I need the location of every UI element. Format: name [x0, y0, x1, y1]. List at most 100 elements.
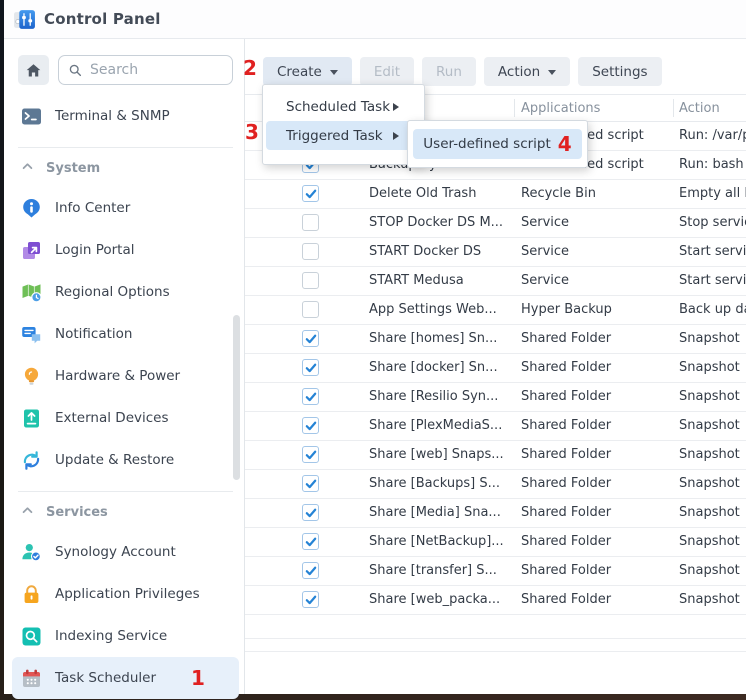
table-row[interactable]: Share [transfer] S...Shared FolderSnapsh…: [245, 557, 746, 586]
enabled-checkbox[interactable]: [302, 243, 319, 260]
table-row[interactable]: Share [docker] Sn...Shared FolderSnapsho…: [245, 354, 746, 383]
action-cell: Empty all R: [679, 186, 746, 201]
menu-item-scheduled-task[interactable]: Scheduled Task: [266, 92, 421, 121]
sidebar-item-label: Hardware & Power: [55, 368, 180, 384]
search-input[interactable]: [90, 62, 223, 78]
sidebar-item-label: Notification: [55, 326, 132, 342]
sidebar-nav: Terminal & SNMP System Info Center Login Po…: [4, 95, 244, 699]
submenu-item-user-defined-script[interactable]: User-defined script4: [413, 129, 582, 159]
chevron-up-icon: [21, 504, 34, 521]
enabled-checkbox[interactable]: [302, 359, 319, 376]
enabled-checkbox[interactable]: [302, 330, 319, 347]
table-row[interactable]: Share [web_packa...Shared FolderSnapshot: [245, 586, 746, 615]
edit-button[interactable]: Edit: [360, 57, 414, 86]
task-name-cell: App Settings Web...: [369, 302, 520, 317]
sidebar-item-label: Info Center: [55, 200, 130, 216]
table-row[interactable]: STOP Docker DS M...ServiceStop servic: [245, 209, 746, 238]
sidebar-section-system[interactable]: System: [4, 150, 244, 187]
action-cell: Snapshot: [679, 592, 746, 607]
action-cell: Snapshot: [679, 476, 746, 491]
task-name-cell: Share [transfer] S...: [369, 563, 520, 578]
enabled-checkbox[interactable]: [302, 562, 319, 579]
task-name-cell: Share [web_packa...: [369, 592, 520, 607]
applications-cell: Shared Folder: [521, 534, 677, 549]
login-portal-icon: [21, 240, 42, 261]
table-row[interactable]: START Docker DSServiceStart servic: [245, 238, 746, 267]
sidebar-item-regional-options[interactable]: Regional Options: [12, 271, 239, 313]
menu-item-triggered-task[interactable]: Triggered Task: [266, 121, 421, 150]
table-row[interactable]: Share [Media] Sna...Shared FolderSnapsho…: [245, 499, 746, 528]
enabled-checkbox[interactable]: [302, 591, 319, 608]
step-4-annotation: 4: [558, 134, 572, 154]
sidebar-item-update-restore[interactable]: Update & Restore: [12, 439, 239, 481]
enabled-checkbox[interactable]: [302, 185, 319, 202]
action-cell: Snapshot: [679, 447, 746, 462]
action-cell: Back up dat: [679, 302, 746, 317]
settings-button[interactable]: Settings: [578, 57, 661, 86]
empty-row-divider: [245, 639, 746, 652]
enabled-checkbox[interactable]: [302, 504, 319, 521]
action-cell: Snapshot: [679, 331, 746, 346]
home-button[interactable]: [18, 55, 49, 85]
enabled-checkbox[interactable]: [302, 388, 319, 405]
menu-item-label: Scheduled Task: [286, 99, 390, 115]
sidebar-item-synology-account[interactable]: Synology Account: [12, 531, 239, 573]
table-row[interactable]: Delete Old TrashRecycle BinEmpty all R: [245, 180, 746, 209]
button-label: Create: [277, 64, 322, 80]
task-name-cell: Share [Resilio Syn...: [369, 389, 520, 404]
desktop-background: Control Panel Terminal & SNMP System Info …: [0, 0, 746, 700]
action-cell: Stop servic: [679, 215, 746, 230]
table-row[interactable]: Share [Resilio Syn...Shared FolderSnapsh…: [245, 383, 746, 412]
sidebar-item-application-privileges[interactable]: Application Privileges: [12, 573, 239, 615]
column-header-applications[interactable]: Applications: [521, 101, 600, 116]
sidebar-scrollbar[interactable]: [233, 315, 240, 480]
table-row[interactable]: START MedusaServiceStart servic: [245, 267, 746, 296]
chevron-down-icon: [548, 70, 556, 75]
table-row[interactable]: App Settings Web...Hyper BackupBack up d…: [245, 296, 746, 325]
applications-cell: Shared Folder: [521, 331, 677, 346]
enabled-checkbox[interactable]: [302, 301, 319, 318]
column-header-action[interactable]: Action: [679, 101, 720, 116]
table-row[interactable]: Share [homes] Sn...Shared FolderSnapshot: [245, 325, 746, 354]
sidebar-item-task-scheduler[interactable]: Task Scheduler1: [12, 657, 239, 699]
column-divider: [514, 99, 515, 117]
synology-account-icon: [21, 542, 42, 563]
enabled-checkbox[interactable]: [302, 214, 319, 231]
applications-cell: Shared Folder: [521, 389, 677, 404]
sidebar-item-hardware-power[interactable]: Hardware & Power: [12, 355, 239, 397]
action-cell: Run: /var/p: [679, 128, 746, 143]
sidebar-item-label: Regional Options: [55, 284, 170, 300]
chevron-up-icon: [21, 160, 34, 177]
applications-cell: Service: [521, 273, 677, 288]
enabled-checkbox[interactable]: [302, 272, 319, 289]
action-button[interactable]: Action: [484, 57, 570, 86]
sidebar-item-login-portal[interactable]: Login Portal: [12, 229, 239, 271]
window-title: Control Panel: [44, 10, 161, 28]
applications-cell: Shared Folder: [521, 505, 677, 520]
sidebar-item-label: Update & Restore: [55, 452, 174, 468]
sidebar-item-info-center[interactable]: Info Center: [12, 187, 239, 229]
search-box[interactable]: [58, 55, 233, 85]
action-cell: Snapshot: [679, 563, 746, 578]
run-button[interactable]: Run: [422, 57, 476, 86]
enabled-checkbox[interactable]: [302, 475, 319, 492]
sidebar-section-services[interactable]: Services: [4, 494, 244, 531]
create-button[interactable]: Create: [263, 57, 352, 86]
table-row[interactable]: Share [PlexMediaS...Shared FolderSnapsho…: [245, 412, 746, 441]
sidebar-item-notification[interactable]: Notification: [12, 313, 239, 355]
action-cell: Snapshot: [679, 505, 746, 520]
task-name-cell: Share [Backups] S...: [369, 476, 520, 491]
sidebar-item-terminal-snmp[interactable]: Terminal & SNMP: [12, 95, 239, 137]
table-row[interactable]: Share [NetBackup]...Shared FolderSnapsho…: [245, 528, 746, 557]
titlebar: Control Panel: [4, 0, 746, 39]
table-row[interactable]: Share [Backups] S...Shared FolderSnapsho…: [245, 470, 746, 499]
enabled-checkbox[interactable]: [302, 417, 319, 434]
enabled-checkbox[interactable]: [302, 533, 319, 550]
search-icon: [68, 63, 83, 78]
task-name-cell: Share [NetBackup]...: [369, 534, 520, 549]
chevron-down-icon: [330, 70, 338, 75]
sidebar-item-external-devices[interactable]: External Devices: [12, 397, 239, 439]
table-row[interactable]: Share [web] Snaps...Shared FolderSnapsho…: [245, 441, 746, 470]
sidebar-item-indexing-service[interactable]: Indexing Service: [12, 615, 239, 657]
enabled-checkbox[interactable]: [302, 446, 319, 463]
